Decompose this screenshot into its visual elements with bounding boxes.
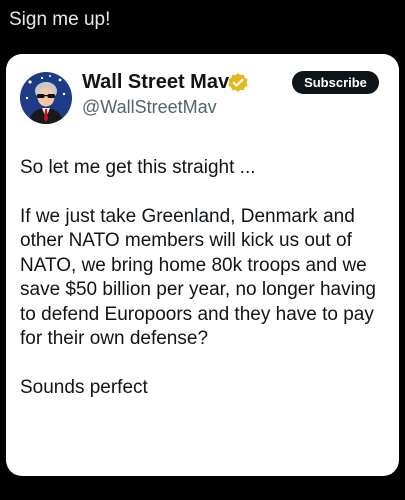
post-text: So let me get this straight ... If we ju… bbox=[20, 156, 394, 400]
subscribe-button[interactable]: Subscribe bbox=[292, 71, 379, 94]
user-handle[interactable]: @WallStreetMav bbox=[82, 96, 217, 118]
avatar[interactable] bbox=[20, 72, 72, 124]
verified-badge-icon bbox=[228, 73, 248, 92]
post-paragraph: If we just take Greenland, Denmark and o… bbox=[20, 205, 376, 350]
embedded-post-card[interactable]: Wall Street Mav @WallStreetMav Subscribe… bbox=[6, 54, 399, 476]
wall-street-mav-avatar-icon bbox=[20, 72, 72, 124]
post-paragraph: Sounds perfect bbox=[20, 376, 148, 398]
post-paragraph: So let me get this straight ... bbox=[20, 157, 256, 178]
caption-text: Sign me up! bbox=[9, 9, 111, 30]
display-name[interactable]: Wall Street Mav bbox=[82, 70, 229, 94]
